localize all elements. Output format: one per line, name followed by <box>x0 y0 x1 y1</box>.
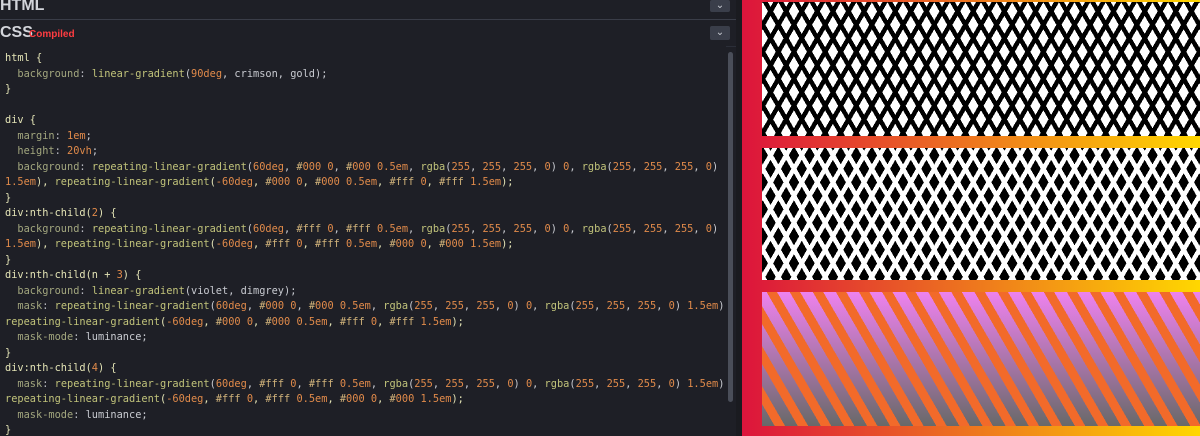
code-line[interactable]: background: repeating-linear-gradient(60… <box>5 161 718 173</box>
code-editor: HTML ⌄ CSS Compiled ⌄ html { background:… <box>0 0 736 436</box>
code-line[interactable]: div { <box>5 114 36 126</box>
code-line[interactable]: } <box>5 192 11 204</box>
code-line[interactable]: mask: repeating-linear-gradient(60deg, #… <box>5 300 726 312</box>
chevron-down-icon[interactable]: ⌄ <box>710 0 730 12</box>
preview-div-3 <box>762 292 1200 426</box>
code-line[interactable]: } <box>5 254 11 266</box>
css-code-area[interactable]: html { background: linear-gradient(90deg… <box>0 46 726 436</box>
code-line[interactable]: div:nth-child(n + 3) { <box>5 269 141 281</box>
css-panel-header[interactable]: CSS Compiled ⌄ <box>0 20 736 47</box>
preview-div-1 <box>762 2 1200 136</box>
compiled-badge: Compiled <box>29 29 75 40</box>
code-line[interactable]: repeating-linear-gradient(-60deg, #fff 0… <box>5 393 464 405</box>
css-panel-title: CSS <box>0 24 33 41</box>
code-line[interactable]: mask: repeating-linear-gradient(60deg, #… <box>5 378 726 390</box>
code-line[interactable]: div:nth-child(2) { <box>5 207 117 219</box>
css-code[interactable]: html { background: linear-gradient(90deg… <box>0 46 726 436</box>
html-panel-header[interactable]: HTML ⌄ <box>0 0 736 20</box>
stripe-mask <box>762 292 1200 426</box>
code-line[interactable]: 1.5em), repeating-linear-gradient(-60deg… <box>5 238 514 250</box>
code-line[interactable]: background: repeating-linear-gradient(60… <box>5 223 718 235</box>
preview-pane <box>742 0 1200 436</box>
scrollbar[interactable] <box>728 52 733 402</box>
preview-div-2 <box>762 148 1200 280</box>
code-line[interactable]: height: 20vh; <box>5 145 98 157</box>
html-panel-title: HTML <box>0 0 45 14</box>
code-line[interactable]: div:nth-child(4) { <box>5 362 117 374</box>
code-line[interactable]: } <box>5 424 11 436</box>
chevron-down-icon[interactable]: ⌄ <box>710 26 730 40</box>
code-line[interactable]: background: linear-gradient(violet, dimg… <box>5 285 296 297</box>
code-line[interactable]: repeating-linear-gradient(-60deg, #000 0… <box>5 316 464 328</box>
code-line[interactable]: } <box>5 347 11 359</box>
code-line[interactable]: 1.5em), repeating-linear-gradient(-60deg… <box>5 176 514 188</box>
code-line[interactable]: html { <box>5 52 42 64</box>
code-line[interactable]: } <box>5 83 11 95</box>
code-line[interactable]: margin: 1em; <box>5 130 91 142</box>
code-line[interactable]: mask-mode: luminance; <box>5 409 147 421</box>
code-line[interactable]: background: linear-gradient(90deg, crims… <box>5 68 327 80</box>
code-line[interactable]: mask-mode: luminance; <box>5 331 147 343</box>
